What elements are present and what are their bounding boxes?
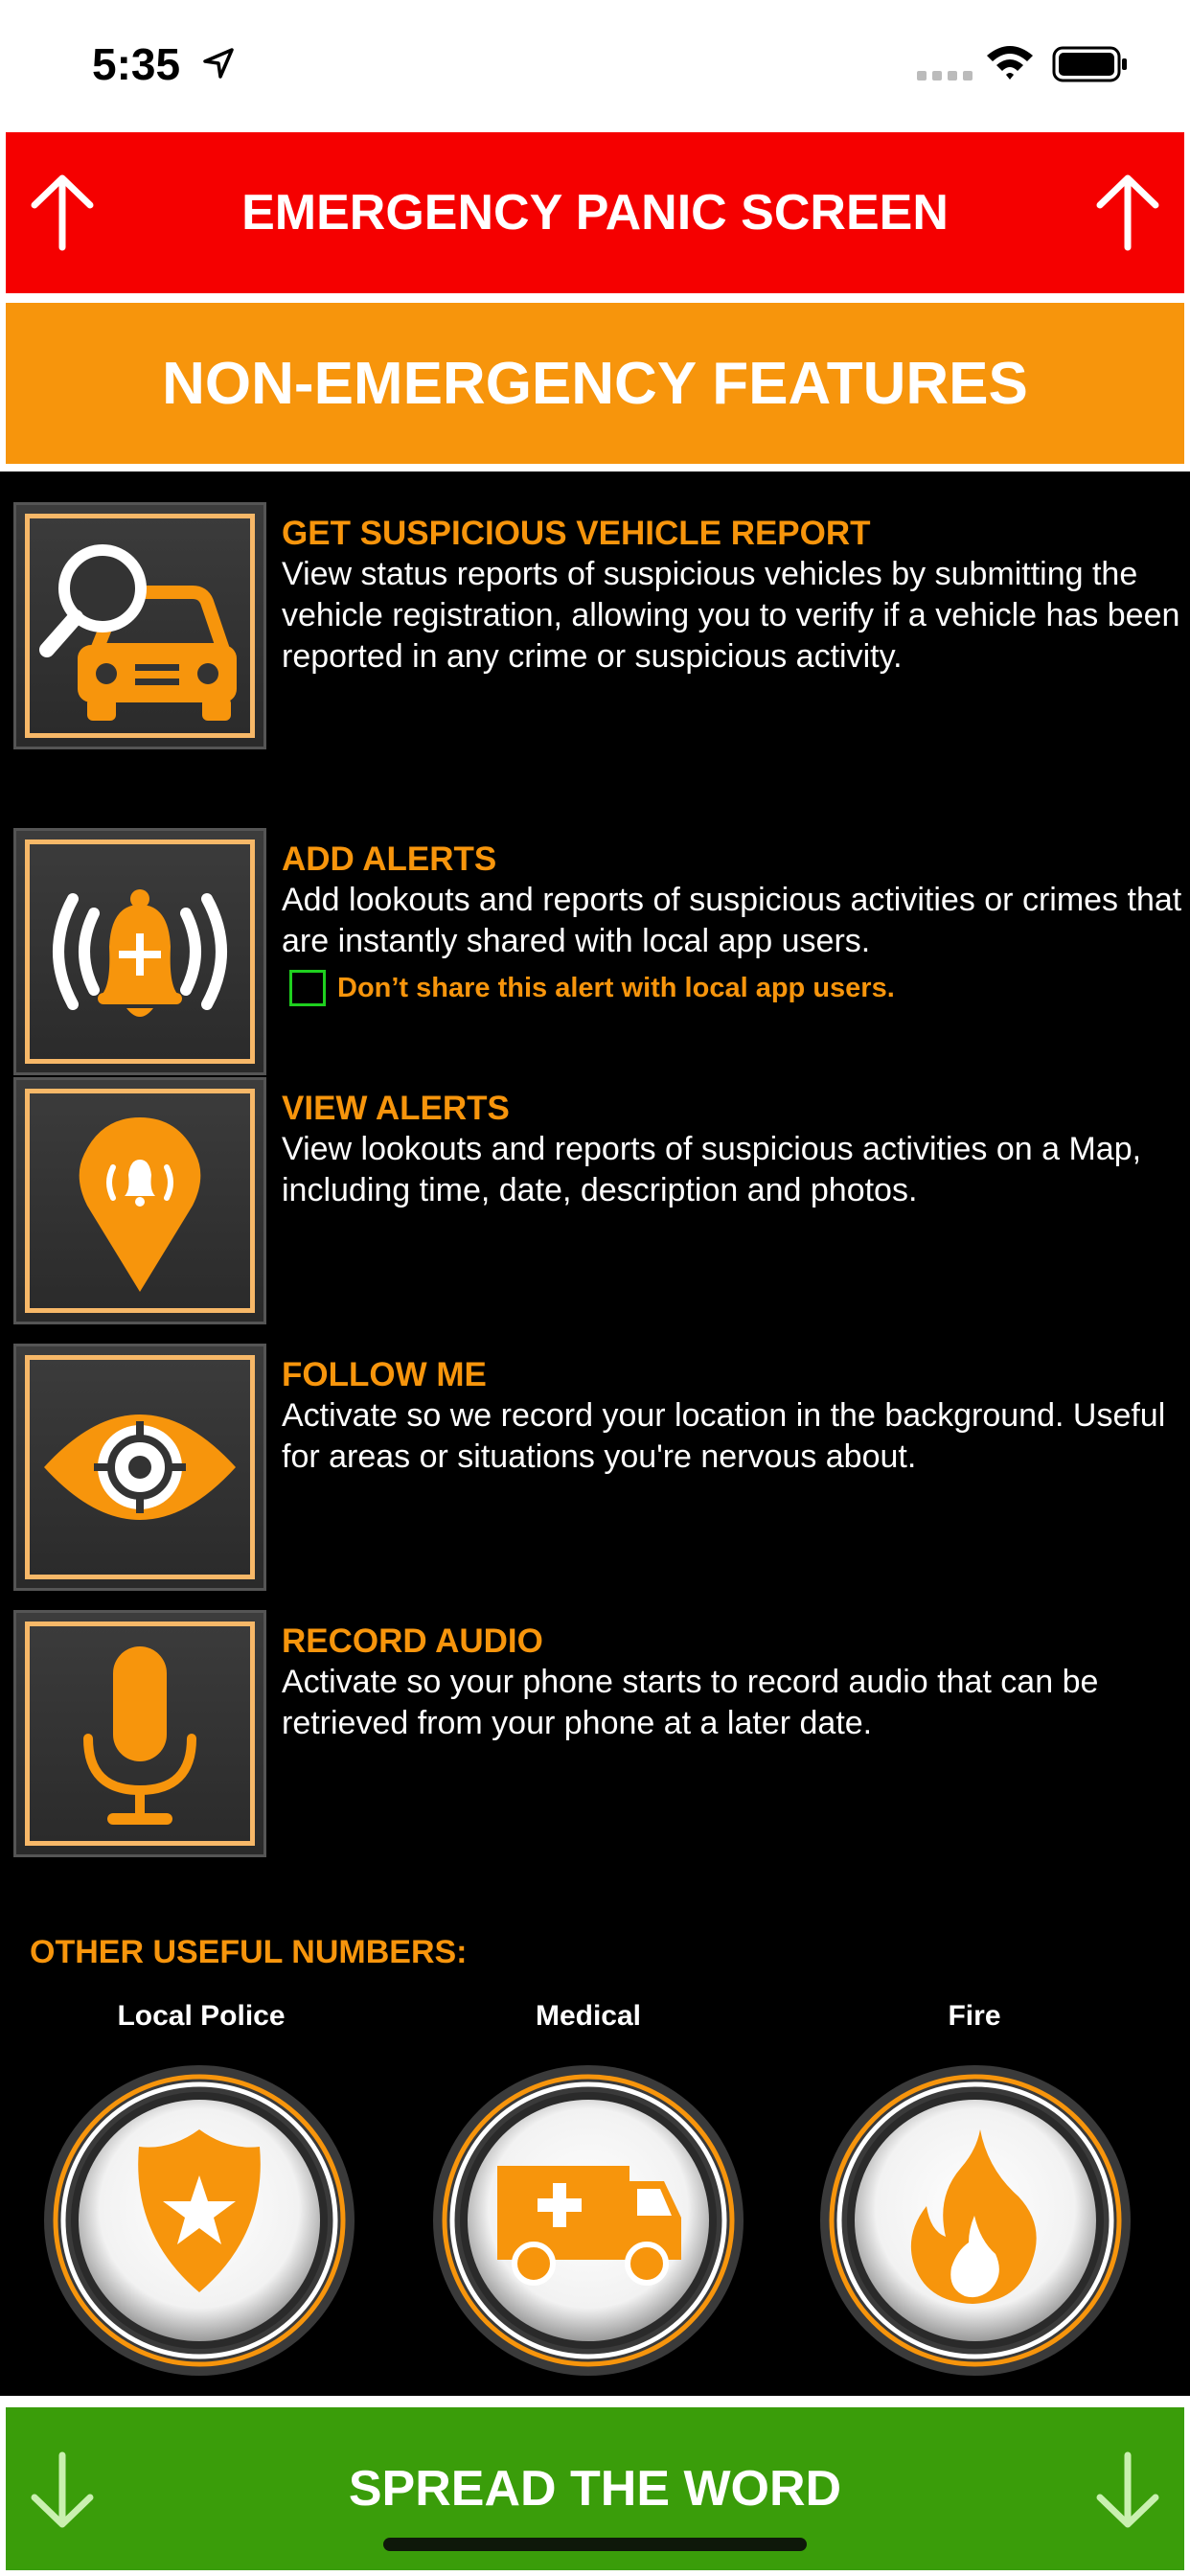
feature-description: Add lookouts and reports of suspicious a… [282, 882, 1182, 959]
feature-description: Activate so your phone starts to record … [282, 1664, 1099, 1741]
feature-title: FOLLOW ME [282, 1356, 487, 1393]
feature-description: View status reports of suspicious vehicl… [282, 556, 1180, 675]
feature-title: ADD ALERTS [282, 840, 497, 878]
feature-tile[interactable] [13, 828, 266, 1075]
call-police-button[interactable] [41, 2062, 357, 2379]
alert-bell-add-icon [53, 889, 227, 1017]
feature-add-alerts[interactable]: ADD ALERTS Add lookouts and reports of s… [13, 828, 1182, 1077]
call-medical-button[interactable] [430, 2062, 746, 2379]
fire-label: Fire [948, 2000, 1001, 2032]
feature-follow-me[interactable]: FOLLOW ME Activate so we record your loc… [13, 1344, 1182, 1593]
dont-share-label: Don’t share this alert with local app us… [337, 972, 895, 1003]
feature-description: Activate so we record your location in t… [282, 1397, 1166, 1475]
police-label: Local Police [117, 2000, 286, 2032]
useful-numbers-title: OTHER USEFUL NUMBERS: [30, 1934, 468, 1970]
medical-label: Medical [535, 2000, 642, 2032]
call-fire-button[interactable] [817, 2062, 1133, 2379]
status-time: 5:35 [92, 39, 181, 89]
feature-tile[interactable] [13, 1610, 266, 1857]
feature-vehicle-report[interactable]: GET SUSPICIOUS VEHICLE REPORT View statu… [13, 502, 1182, 751]
emergency-banner-label: EMERGENCY PANIC SCREEN [241, 185, 949, 241]
share-option-row[interactable]: Don’t share this alert with local app us… [289, 970, 1182, 1006]
signal-icon [917, 71, 973, 80]
eye-target-icon [44, 1414, 236, 1520]
battery-icon [1052, 46, 1127, 82]
feature-description: View lookouts and reports of suspicious … [282, 1131, 1142, 1208]
location-arrow-icon [203, 48, 234, 79]
feature-tile[interactable] [13, 502, 266, 749]
feature-view-alerts[interactable]: VIEW ALERTS View lookouts and reports of… [13, 1077, 1182, 1326]
arrow-up-icon [1096, 174, 1159, 251]
feature-record-audio[interactable]: RECORD AUDIO Activate so your phone star… [13, 1610, 1182, 1859]
status-bar: 5:35 [0, 0, 1190, 129]
car-search-icon [39, 544, 237, 721]
non-emergency-header: NON-EMERGENCY FEATURES [6, 303, 1184, 464]
dont-share-checkbox[interactable] [289, 970, 326, 1006]
arrow-down-icon [1096, 2451, 1159, 2528]
wifi-icon [987, 46, 1033, 80]
arrow-up-icon [31, 174, 94, 251]
feature-title: VIEW ALERTS [282, 1090, 510, 1127]
non-emergency-label: NON-EMERGENCY FEATURES [162, 350, 1028, 417]
feature-title: RECORD AUDIO [282, 1622, 543, 1660]
microphone-icon [83, 1646, 196, 1825]
home-indicator[interactable] [383, 2538, 807, 2551]
arrow-down-icon [31, 2451, 94, 2528]
spread-label: SPREAD THE WORD [348, 2461, 842, 2517]
map-pin-bell-icon [79, 1117, 201, 1292]
feature-title: GET SUSPICIOUS VEHICLE REPORT [282, 515, 871, 552]
feature-tile[interactable] [13, 1344, 266, 1591]
emergency-panic-button[interactable]: EMERGENCY PANIC SCREEN [6, 132, 1184, 293]
feature-tile[interactable] [13, 1077, 266, 1324]
